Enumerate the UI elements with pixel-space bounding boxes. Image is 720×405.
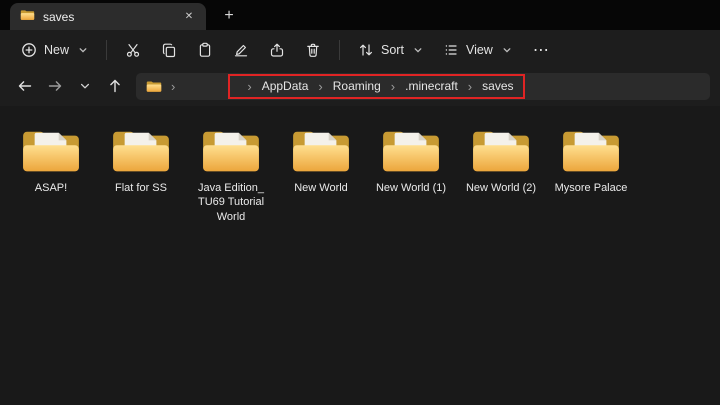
new-button[interactable]: New bbox=[12, 35, 97, 65]
paste-icon bbox=[197, 42, 213, 58]
folder-icon bbox=[383, 131, 439, 172]
toolbar-separator bbox=[106, 40, 108, 60]
share-icon bbox=[269, 42, 285, 58]
address-bar[interactable]: › › AppData › Roaming › .minecraft › sav… bbox=[136, 72, 710, 100]
folder-item-new-world[interactable]: New World bbox=[276, 126, 366, 195]
more-options-button[interactable]: ⋯ bbox=[523, 36, 560, 64]
file-list: ASAP! Flat for SS Java Edition_ TU69 Tut… bbox=[0, 106, 720, 238]
folder-name: Java Edition_ TU69 Tutorial World bbox=[197, 182, 265, 223]
annotation-box: › AppData › Roaming › .minecraft › saves bbox=[228, 73, 525, 99]
breadcrumb-separator: › bbox=[247, 78, 252, 94]
forward-button[interactable] bbox=[40, 72, 70, 100]
command-toolbar: New Sort View ⋯ bbox=[0, 30, 720, 70]
delete-button[interactable] bbox=[296, 35, 330, 65]
breadcrumb-item-roaming[interactable]: Roaming bbox=[332, 77, 382, 95]
folder-item-new-world-2[interactable]: New World (2) bbox=[456, 126, 546, 195]
folder-icon bbox=[473, 131, 529, 172]
tab-saves[interactable]: saves ✕ bbox=[10, 3, 206, 30]
cut-button[interactable] bbox=[116, 35, 150, 65]
copy-button[interactable] bbox=[152, 35, 186, 65]
folder-item-java-edition-tu69[interactable]: Java Edition_ TU69 Tutorial World bbox=[186, 126, 276, 224]
scissors-icon bbox=[125, 42, 141, 58]
breadcrumb-separator: › bbox=[390, 78, 396, 94]
folder-icon bbox=[203, 131, 259, 172]
breadcrumb-item-appdata[interactable]: AppData bbox=[261, 77, 310, 95]
chevron-down-icon bbox=[78, 45, 88, 55]
folder-item-asap[interactable]: ASAP! bbox=[6, 126, 96, 195]
sort-button[interactable]: Sort bbox=[349, 35, 432, 65]
folder-icon bbox=[563, 131, 619, 172]
title-bar: saves ✕ + bbox=[0, 0, 720, 30]
tab-close-icon[interactable]: ✕ bbox=[180, 8, 198, 26]
paste-button[interactable] bbox=[188, 35, 222, 65]
toolbar-separator bbox=[339, 40, 341, 60]
chevron-down-icon bbox=[502, 45, 512, 55]
breadcrumb-item-minecraft[interactable]: .minecraft bbox=[404, 77, 459, 95]
share-button[interactable] bbox=[260, 35, 294, 65]
rename-icon bbox=[233, 42, 249, 58]
new-button-label: New bbox=[44, 43, 70, 57]
folder-icon bbox=[23, 131, 79, 172]
folder-icon bbox=[293, 131, 349, 172]
folder-name: Mysore Palace bbox=[554, 182, 628, 194]
folder-name: New World (1) bbox=[375, 182, 447, 194]
breadcrumb-separator: › bbox=[318, 78, 323, 94]
breadcrumb-item-saves[interactable]: saves bbox=[481, 77, 514, 95]
breadcrumb-separator: › bbox=[171, 78, 176, 94]
folder-icon bbox=[113, 131, 169, 172]
recent-locations-button[interactable] bbox=[70, 72, 100, 100]
folder-item-mysore-palace[interactable]: Mysore Palace bbox=[546, 126, 636, 195]
view-button-label: View bbox=[465, 43, 493, 57]
sort-button-label: Sort bbox=[381, 43, 404, 57]
folder-name: New World (2) bbox=[465, 182, 537, 194]
copy-icon bbox=[161, 42, 177, 58]
folder-name: Flat for SS bbox=[115, 182, 167, 194]
plus-circle-icon bbox=[21, 42, 37, 58]
tab-title: saves bbox=[43, 9, 75, 24]
folder-item-flat-for-ss[interactable]: Flat for SS bbox=[96, 126, 186, 195]
folder-name: ASAP! bbox=[34, 182, 68, 194]
back-button[interactable] bbox=[10, 72, 40, 100]
folder-item-new-world-1[interactable]: New World (1) bbox=[366, 126, 456, 195]
trash-icon bbox=[305, 42, 321, 58]
navigation-bar: › › AppData › Roaming › .minecraft › sav… bbox=[0, 70, 720, 106]
sort-icon bbox=[358, 42, 374, 58]
view-icon bbox=[443, 42, 459, 58]
folder-icon bbox=[20, 9, 35, 24]
view-button[interactable]: View bbox=[434, 35, 521, 65]
rename-button[interactable] bbox=[224, 35, 258, 65]
up-button[interactable] bbox=[100, 72, 130, 100]
folder-name: New World bbox=[294, 182, 348, 194]
breadcrumb-separator: › bbox=[467, 78, 473, 94]
chevron-down-icon bbox=[413, 45, 423, 55]
folder-icon bbox=[146, 80, 162, 93]
new-tab-button[interactable]: + bbox=[216, 4, 242, 28]
